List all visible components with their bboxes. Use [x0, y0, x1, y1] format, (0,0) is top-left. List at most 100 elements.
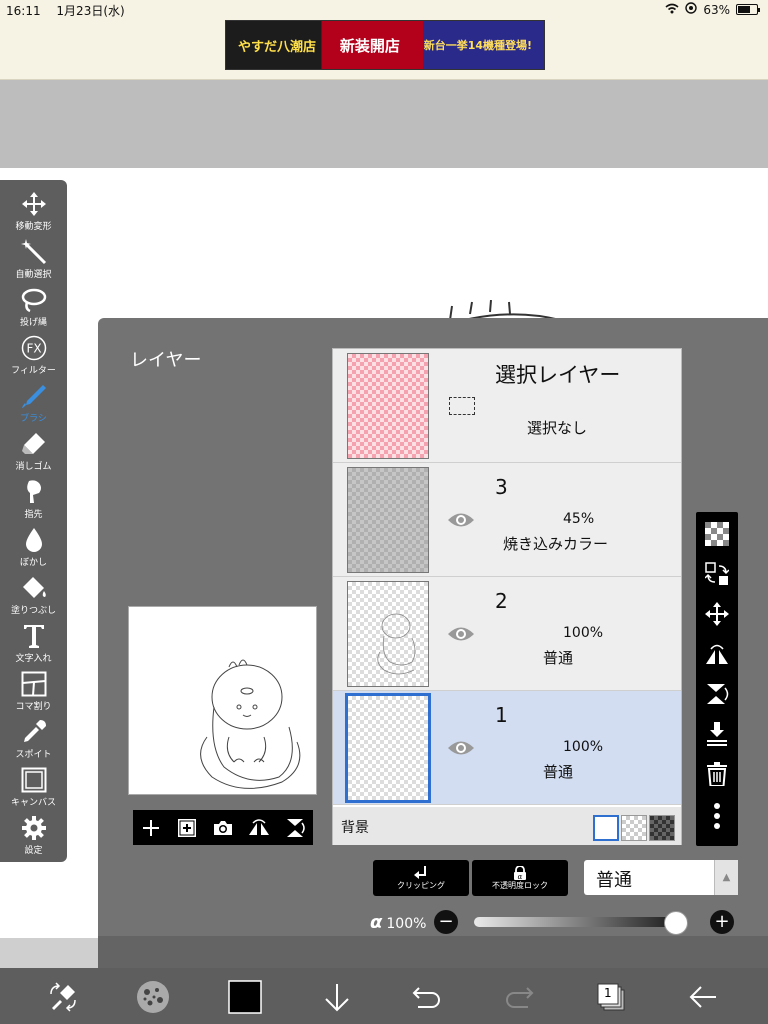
blend-mode-value: 普通 [596, 870, 632, 891]
selection-rect-icon [449, 397, 475, 415]
layer-row-2[interactable]: 2 100% 普通 [333, 577, 681, 691]
tool-canvas[interactable]: キャンバス [0, 760, 67, 808]
dropdown-arrow-icon: ▲ [714, 860, 738, 895]
visibility-eye-icon[interactable] [447, 511, 475, 529]
transparent-checker-icon[interactable] [703, 520, 731, 548]
tool-filter[interactable]: FX フィルター [0, 328, 67, 376]
tool-lasso[interactable]: 投げ縄 [0, 280, 67, 328]
add-layer-icon[interactable] [139, 816, 163, 840]
tool-auto-select[interactable]: 自動選択 [0, 232, 67, 280]
ad-sub: 新台一挙14機種登場! [423, 39, 533, 52]
background-label: 背景 [341, 820, 369, 836]
tool-blur[interactable]: ぼかし [0, 520, 67, 568]
background-transparent-swatch[interactable] [621, 815, 647, 841]
tool-label: 移動変形 [15, 222, 52, 232]
layer-row-3[interactable]: 3 45% 焼き込みカラー [333, 463, 681, 577]
move-layer-icon[interactable] [703, 600, 731, 628]
ad-headline: 新装開店 [339, 36, 400, 55]
brush-icon [20, 382, 48, 410]
undo-button[interactable] [410, 980, 444, 1014]
opacity-label: α 100% [370, 912, 426, 933]
layers-button[interactable]: 1 [594, 980, 628, 1014]
layer-opacity: 45% [563, 511, 595, 527]
brush-size-button[interactable] [136, 980, 170, 1014]
download-button[interactable] [320, 980, 354, 1014]
tool-move-transform[interactable]: 移動変形 [0, 184, 67, 232]
opacity-decrease-button[interactable]: − [434, 910, 458, 934]
bottom-toolbar: 1 [0, 968, 768, 1024]
alpha-lock-label: 不透明度ロック [492, 880, 548, 890]
add-layer-copy-icon[interactable] [175, 816, 199, 840]
lock-icon: α [514, 865, 526, 880]
tool-settings[interactable]: 設定 [0, 808, 67, 856]
visibility-eye-icon[interactable] [447, 739, 475, 757]
layer-panel-title: レイヤー [130, 350, 202, 371]
layer-row-1[interactable]: 1 100% 普通 [333, 691, 681, 805]
trash-icon[interactable] [703, 760, 731, 788]
tool-label: キャンバス [10, 798, 56, 808]
tool-brush[interactable]: ブラシ [0, 376, 67, 424]
status-date: 1月23日(水) [56, 4, 125, 18]
tool-label: 消しゴム [15, 462, 52, 472]
clipping-button[interactable]: クリッピング [373, 860, 469, 896]
brush-eraser-swap-button[interactable] [46, 980, 80, 1014]
text-icon [20, 622, 48, 650]
tool-panel-frame[interactable]: コマ割り [0, 664, 67, 712]
swap-layer-icon[interactable] [703, 560, 731, 588]
tool-fill[interactable]: 塗りつぶし [0, 568, 67, 616]
selection-status: 選択なし [527, 419, 588, 437]
undo-icon [412, 987, 440, 1008]
brush-texture-icon [137, 981, 169, 1013]
back-button[interactable] [686, 980, 720, 1014]
tool-eraser[interactable]: 消しゴム [0, 424, 67, 472]
more-options-icon[interactable] [703, 802, 731, 830]
brush-eraser-swap-icon [50, 982, 76, 1012]
status-time: 16:11 [6, 4, 41, 18]
layer-opacity: 100% [563, 625, 604, 641]
svg-text:α: α [518, 873, 523, 880]
tool-sidebar: 移動変形 自動選択 投げ縄 FX フィルター ブラシ 消しゴム 指先 ぼかし 塗… [0, 180, 67, 862]
camera-icon[interactable] [211, 816, 235, 840]
tool-text[interactable]: 文字入れ [0, 616, 67, 664]
flip-layer-horizontal-icon[interactable] [703, 640, 731, 668]
background-row: 背景 [333, 807, 681, 845]
opacity-slider-knob[interactable] [664, 911, 688, 935]
tool-label: 設定 [24, 846, 43, 856]
opacity-increase-button[interactable]: + [710, 910, 734, 934]
tool-eyedropper[interactable]: スポイト [0, 712, 67, 760]
battery-percent: 63% [703, 2, 730, 17]
tool-label: フィルター [11, 366, 56, 376]
wifi-icon [665, 3, 679, 17]
ad-banner[interactable]: やすだ八潮店 新装開店 新台一挙14機種登場! [225, 20, 545, 70]
flip-horizontal-icon[interactable] [247, 816, 271, 840]
layer-count: 1 [604, 986, 612, 1000]
location-icon [685, 2, 698, 17]
move-arrows-icon [20, 190, 48, 218]
plus-icon: + [714, 911, 730, 932]
blend-mode-select[interactable]: 普通 ▲ [584, 860, 738, 895]
flip-vertical-icon[interactable] [283, 816, 307, 840]
color-picker-button[interactable] [228, 980, 262, 1014]
redo-icon [506, 987, 534, 1008]
tool-label: 文字入れ [15, 654, 52, 664]
redo-button[interactable] [502, 980, 536, 1014]
alpha-lock-button[interactable]: α 不透明度ロック [472, 860, 568, 896]
opacity-slider-track[interactable] [474, 917, 688, 927]
clip-arrow-icon [414, 865, 426, 879]
finger-smudge-icon [20, 478, 48, 506]
battery-icon [736, 4, 760, 15]
status-indicators: 63% [665, 2, 760, 17]
tool-finger[interactable]: 指先 [0, 472, 67, 520]
ad-brand: やすだ八潮店 [237, 39, 316, 55]
flip-layer-vertical-icon[interactable] [703, 680, 731, 708]
merge-down-icon[interactable] [703, 720, 731, 748]
gear-icon [20, 814, 48, 842]
tool-label: 指先 [24, 510, 43, 520]
visibility-eye-icon[interactable] [447, 625, 475, 643]
background-dark-swatch[interactable] [649, 815, 675, 841]
tool-label: ブラシ [20, 414, 47, 424]
layer-blend-mode: 焼き込みカラー [503, 535, 609, 553]
selection-layer-row[interactable]: 選択レイヤー 選択なし [333, 349, 681, 463]
background-white-swatch[interactable] [593, 815, 619, 841]
fx-filter-icon: FX [20, 334, 48, 362]
